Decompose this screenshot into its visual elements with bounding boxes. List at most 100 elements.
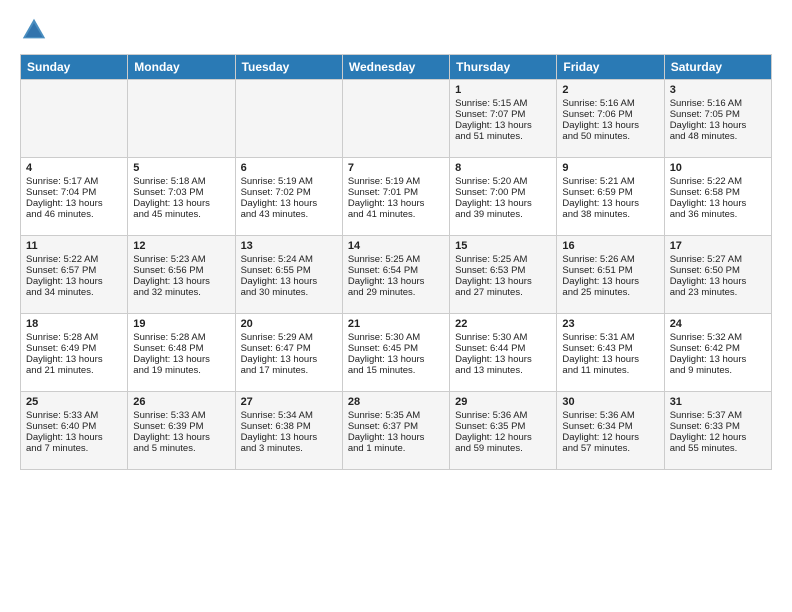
day-info: and 41 minutes. [348,209,444,220]
calendar-cell: 22Sunrise: 5:30 AMSunset: 6:44 PMDayligh… [450,314,557,392]
day-info: Daylight: 12 hours [455,432,551,443]
day-info: Sunrise: 5:20 AM [455,176,551,187]
calendar-cell: 24Sunrise: 5:32 AMSunset: 6:42 PMDayligh… [664,314,771,392]
day-info: Sunrise: 5:18 AM [133,176,229,187]
day-info: Sunset: 7:05 PM [670,109,766,120]
day-info: Daylight: 13 hours [348,276,444,287]
day-info: Sunrise: 5:30 AM [455,332,551,343]
day-info: Sunrise: 5:25 AM [348,254,444,265]
day-info: and 13 minutes. [455,365,551,376]
day-info: Sunset: 7:01 PM [348,187,444,198]
day-info: Sunrise: 5:37 AM [670,410,766,421]
day-info: Sunset: 6:39 PM [133,421,229,432]
calendar-week-1: 4Sunrise: 5:17 AMSunset: 7:04 PMDaylight… [21,158,772,236]
day-info: Daylight: 13 hours [26,432,122,443]
day-info: and 46 minutes. [26,209,122,220]
calendar-week-4: 25Sunrise: 5:33 AMSunset: 6:40 PMDayligh… [21,392,772,470]
day-info: Daylight: 13 hours [562,120,658,131]
calendar-cell: 8Sunrise: 5:20 AMSunset: 7:00 PMDaylight… [450,158,557,236]
day-info: Daylight: 13 hours [241,198,337,209]
day-info: Sunrise: 5:35 AM [348,410,444,421]
day-info: Sunrise: 5:21 AM [562,176,658,187]
day-info: Daylight: 13 hours [455,276,551,287]
day-info: Sunrise: 5:25 AM [455,254,551,265]
day-info: Sunrise: 5:28 AM [133,332,229,343]
header-cell-monday: Monday [128,55,235,80]
day-info: Sunrise: 5:29 AM [241,332,337,343]
day-number: 26 [133,396,229,408]
day-info: Daylight: 12 hours [562,432,658,443]
calendar-cell: 29Sunrise: 5:36 AMSunset: 6:35 PMDayligh… [450,392,557,470]
calendar-cell: 6Sunrise: 5:19 AMSunset: 7:02 PMDaylight… [235,158,342,236]
day-info: Daylight: 13 hours [670,198,766,209]
day-info: Sunset: 7:06 PM [562,109,658,120]
header-cell-tuesday: Tuesday [235,55,342,80]
logo [20,16,52,44]
calendar-cell: 11Sunrise: 5:22 AMSunset: 6:57 PMDayligh… [21,236,128,314]
day-info: Sunset: 6:49 PM [26,343,122,354]
day-info: Sunrise: 5:17 AM [26,176,122,187]
calendar-cell [21,80,128,158]
day-number: 19 [133,318,229,330]
day-info: Daylight: 13 hours [455,198,551,209]
day-number: 23 [562,318,658,330]
day-info: Daylight: 13 hours [241,354,337,365]
day-number: 1 [455,84,551,96]
calendar-cell: 27Sunrise: 5:34 AMSunset: 6:38 PMDayligh… [235,392,342,470]
day-info: Daylight: 13 hours [133,198,229,209]
day-info: Daylight: 13 hours [455,120,551,131]
day-info: Sunrise: 5:33 AM [133,410,229,421]
day-info: Sunrise: 5:24 AM [241,254,337,265]
day-number: 16 [562,240,658,252]
day-number: 30 [562,396,658,408]
day-info: Daylight: 13 hours [455,354,551,365]
header-cell-friday: Friday [557,55,664,80]
day-info: and 32 minutes. [133,287,229,298]
day-info: Sunrise: 5:30 AM [348,332,444,343]
day-info: Sunrise: 5:22 AM [670,176,766,187]
day-info: and 34 minutes. [26,287,122,298]
day-info: Sunset: 6:56 PM [133,265,229,276]
day-info: and 50 minutes. [562,131,658,142]
calendar-cell [235,80,342,158]
day-info: and 17 minutes. [241,365,337,376]
day-number: 14 [348,240,444,252]
day-info: Sunrise: 5:16 AM [670,98,766,109]
day-info: Sunset: 6:40 PM [26,421,122,432]
day-info: and 57 minutes. [562,443,658,454]
calendar-cell: 1Sunrise: 5:15 AMSunset: 7:07 PMDaylight… [450,80,557,158]
day-info: Sunset: 6:33 PM [670,421,766,432]
calendar-cell: 4Sunrise: 5:17 AMSunset: 7:04 PMDaylight… [21,158,128,236]
calendar-week-3: 18Sunrise: 5:28 AMSunset: 6:49 PMDayligh… [21,314,772,392]
day-number: 31 [670,396,766,408]
day-info: Daylight: 13 hours [670,354,766,365]
day-info: Sunset: 6:34 PM [562,421,658,432]
calendar-cell: 30Sunrise: 5:36 AMSunset: 6:34 PMDayligh… [557,392,664,470]
day-info: Daylight: 13 hours [670,276,766,287]
day-info: Sunset: 6:42 PM [670,343,766,354]
day-info: Sunset: 6:50 PM [670,265,766,276]
day-number: 2 [562,84,658,96]
day-info: Daylight: 13 hours [26,198,122,209]
calendar-cell: 2Sunrise: 5:16 AMSunset: 7:06 PMDaylight… [557,80,664,158]
day-info: Sunset: 6:57 PM [26,265,122,276]
day-info: Sunset: 6:59 PM [562,187,658,198]
day-info: and 30 minutes. [241,287,337,298]
day-info: and 1 minute. [348,443,444,454]
page-container: SundayMondayTuesdayWednesdayThursdayFrid… [0,0,792,480]
header-cell-wednesday: Wednesday [342,55,449,80]
day-info: Sunrise: 5:15 AM [455,98,551,109]
calendar-cell: 25Sunrise: 5:33 AMSunset: 6:40 PMDayligh… [21,392,128,470]
day-info: Sunrise: 5:36 AM [455,410,551,421]
day-info: and 59 minutes. [455,443,551,454]
calendar-cell: 16Sunrise: 5:26 AMSunset: 6:51 PMDayligh… [557,236,664,314]
calendar-cell: 3Sunrise: 5:16 AMSunset: 7:05 PMDaylight… [664,80,771,158]
day-info: Daylight: 13 hours [348,198,444,209]
calendar-cell: 21Sunrise: 5:30 AMSunset: 6:45 PMDayligh… [342,314,449,392]
day-info: and 3 minutes. [241,443,337,454]
calendar-week-2: 11Sunrise: 5:22 AMSunset: 6:57 PMDayligh… [21,236,772,314]
day-info: and 51 minutes. [455,131,551,142]
day-info: Sunset: 6:37 PM [348,421,444,432]
day-number: 28 [348,396,444,408]
day-info: Sunrise: 5:33 AM [26,410,122,421]
